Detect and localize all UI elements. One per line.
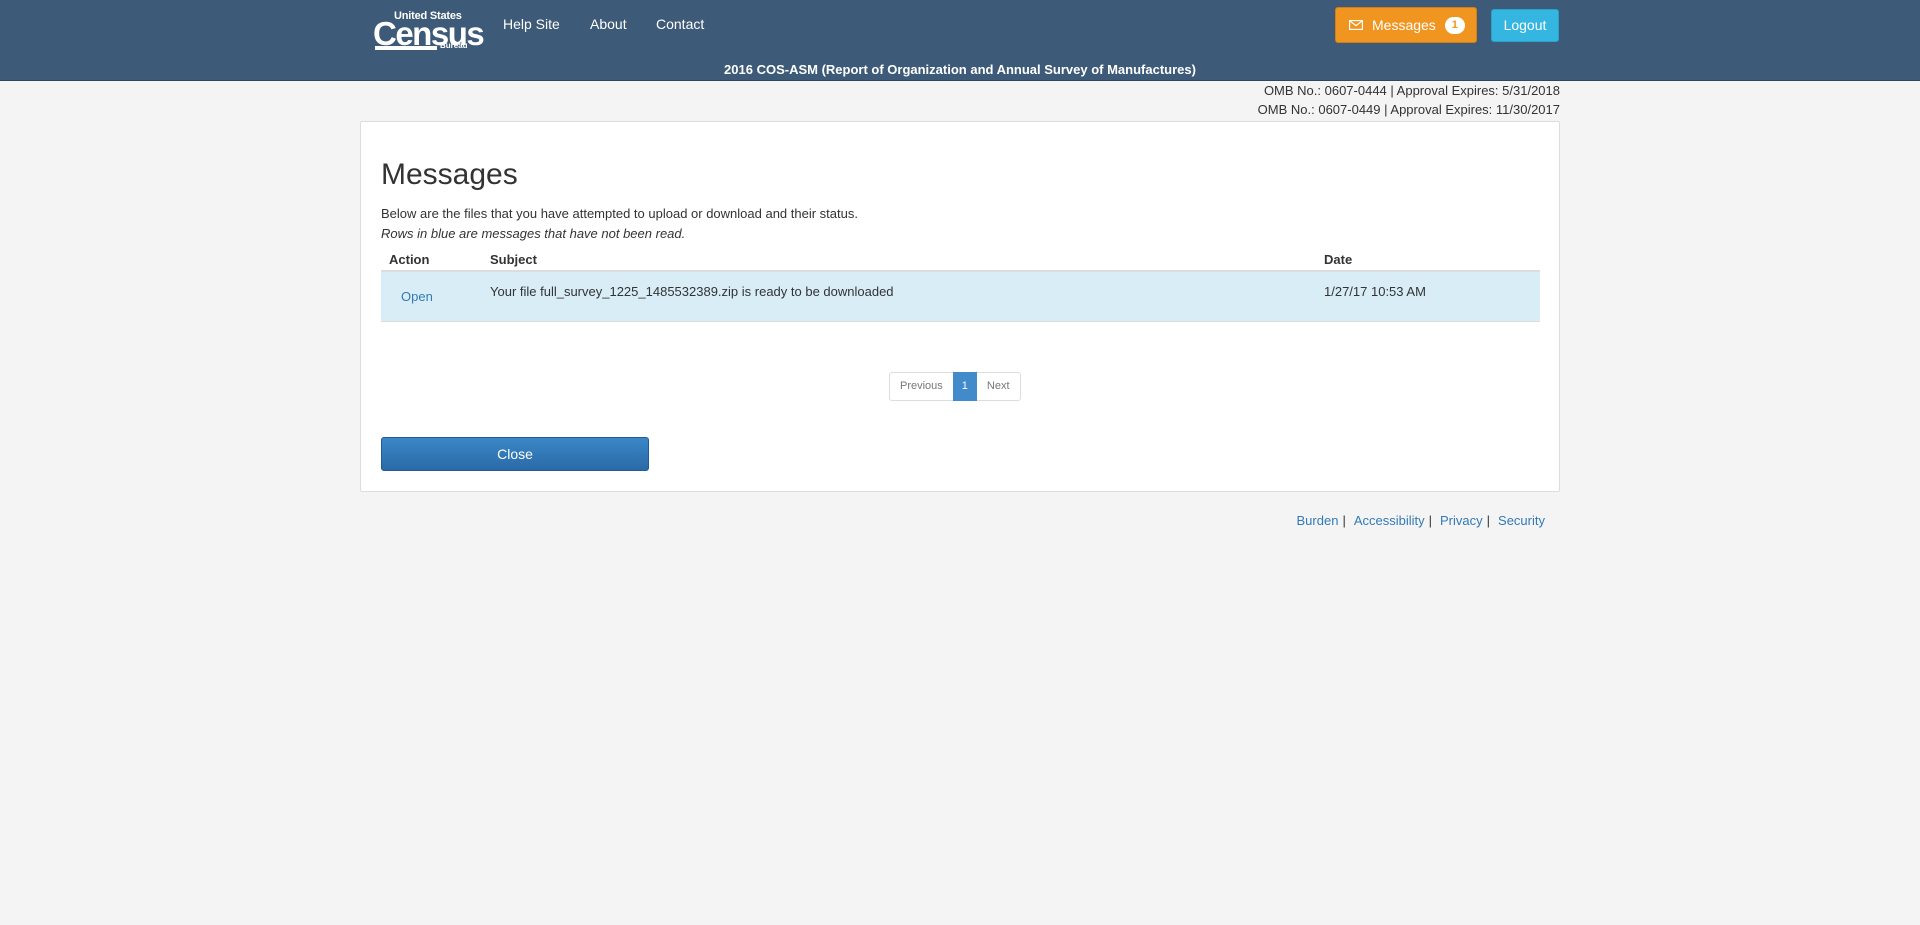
omb-line-2: OMB No.: 0607-0449 | Approval Expires: 1… bbox=[1257, 102, 1560, 117]
footer-link-accessibility[interactable]: Accessibility bbox=[1354, 513, 1425, 528]
footer-link-privacy[interactable]: Privacy bbox=[1440, 513, 1483, 528]
logo-underline bbox=[375, 46, 437, 50]
pagination-page-1[interactable]: 1 bbox=[952, 372, 977, 401]
census-bureau-logo[interactable]: United States Census Bureau bbox=[372, 8, 485, 54]
page-title: Messages bbox=[381, 158, 518, 191]
table-row: Open Your file full_survey_1225_14855323… bbox=[381, 271, 1540, 322]
pagination-next[interactable]: Next bbox=[975, 372, 1021, 401]
logo-bottom-text: Bureau bbox=[440, 41, 468, 50]
messages-panel: Messages Below are the files that you ha… bbox=[360, 121, 1560, 492]
messages-button[interactable]: Messages 1 bbox=[1335, 7, 1477, 43]
unread-note: Rows in blue are messages that have not … bbox=[381, 226, 686, 241]
logout-button[interactable]: Logout bbox=[1491, 9, 1559, 42]
footer-links: Burden | Accessibility | Privacy | Secur… bbox=[1297, 513, 1545, 528]
top-navbar: United States Census Bureau Help Site Ab… bbox=[0, 0, 1920, 81]
footer-separator: | bbox=[1486, 513, 1491, 528]
table-header-row: Action Subject Date bbox=[381, 249, 1540, 272]
action-cell: Open bbox=[381, 271, 482, 322]
column-header-date: Date bbox=[1316, 249, 1540, 272]
intro-text: Below are the files that you have attemp… bbox=[381, 206, 858, 221]
date-cell: 1/27/17 10:53 AM bbox=[1316, 271, 1540, 322]
footer-link-security[interactable]: Security bbox=[1498, 513, 1545, 528]
open-message-link[interactable]: Open bbox=[401, 289, 433, 304]
pagination: Previous 1 Next bbox=[889, 372, 1021, 401]
footer-separator: | bbox=[1342, 513, 1346, 528]
close-button[interactable]: Close bbox=[381, 437, 649, 471]
survey-title: 2016 COS-ASM (Report of Organization and… bbox=[724, 62, 1196, 77]
footer-separator: | bbox=[1428, 513, 1433, 528]
nav-about[interactable]: About bbox=[590, 16, 627, 32]
pagination-previous[interactable]: Previous bbox=[889, 372, 954, 401]
column-header-subject: Subject bbox=[482, 249, 1316, 272]
column-header-action: Action bbox=[381, 249, 482, 272]
messages-table: Action Subject Date Open Your file full_… bbox=[381, 249, 1540, 322]
nav-help-site[interactable]: Help Site bbox=[503, 16, 560, 32]
subject-cell: Your file full_survey_1225_1485532389.zi… bbox=[482, 271, 1316, 322]
nav-contact[interactable]: Contact bbox=[656, 16, 704, 32]
omb-line-1: OMB No.: 0607-0444 | Approval Expires: 5… bbox=[1263, 83, 1560, 98]
envelope-icon bbox=[1349, 20, 1363, 30]
messages-button-label: Messages bbox=[1372, 17, 1436, 33]
messages-count-badge: 1 bbox=[1444, 16, 1465, 34]
footer-link-burden[interactable]: Burden bbox=[1297, 513, 1339, 528]
